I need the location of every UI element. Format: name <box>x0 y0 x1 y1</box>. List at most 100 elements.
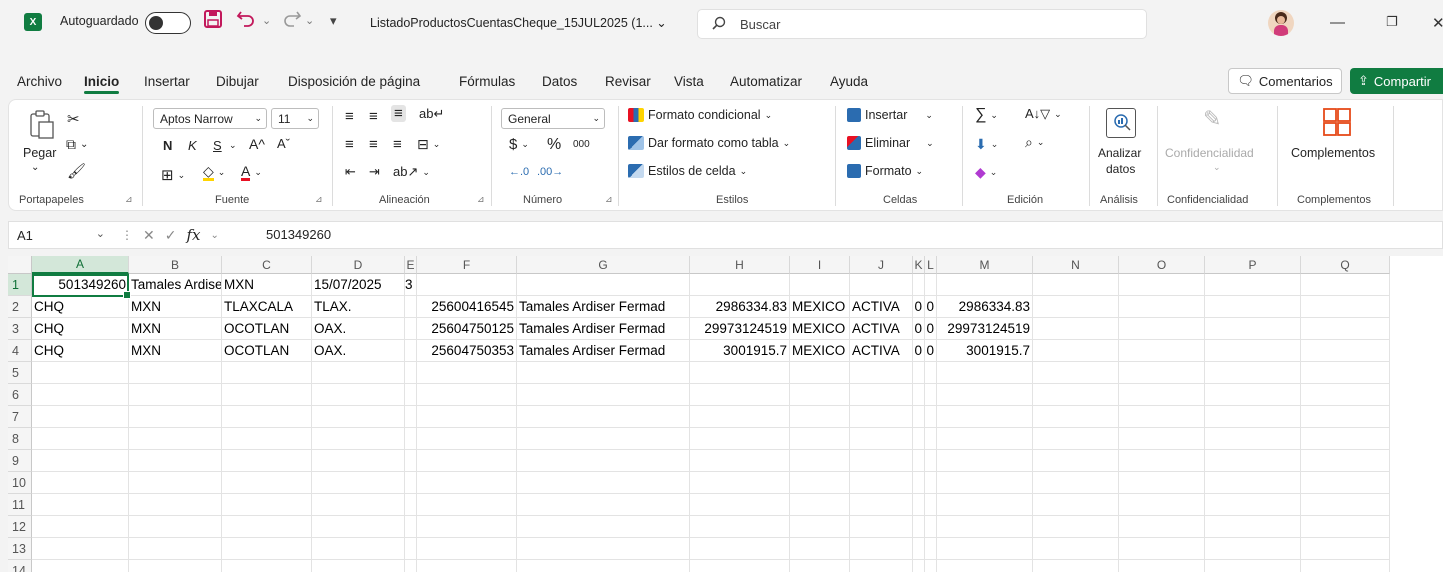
column-header-f[interactable]: F <box>417 256 517 274</box>
cell-p5[interactable] <box>1205 362 1301 384</box>
row-header-1[interactable]: 1 <box>8 274 32 296</box>
column-header-i[interactable]: I <box>790 256 850 274</box>
cell-l3[interactable]: 0 <box>925 318 937 340</box>
currency-button[interactable]: $ ⌄ <box>509 136 529 153</box>
cell-c6[interactable] <box>222 384 312 406</box>
cell-l1[interactable] <box>925 274 937 296</box>
cell-n6[interactable] <box>1033 384 1119 406</box>
cell-f6[interactable] <box>417 384 517 406</box>
cell-g3[interactable]: Tamales Ardiser Fermad <box>517 318 690 340</box>
cell-i14[interactable] <box>790 560 850 572</box>
cell-e3[interactable] <box>405 318 417 340</box>
sort-filter-icon[interactable]: A↓▽ ⌄ <box>1025 106 1062 122</box>
document-title[interactable]: ListadoProductosCuentasCheque_15JUL2025 … <box>370 15 667 30</box>
cell-p12[interactable] <box>1205 516 1301 538</box>
cell-c4[interactable]: OCOTLAN <box>222 340 312 362</box>
cell-j3[interactable]: ACTIVA <box>850 318 913 340</box>
row-header-9[interactable]: 9 <box>8 450 32 472</box>
cell-n10[interactable] <box>1033 472 1119 494</box>
cell-a6[interactable] <box>32 384 129 406</box>
cell-m5[interactable] <box>937 362 1033 384</box>
cell-i4[interactable]: MEXICO <box>790 340 850 362</box>
delete-cells-button[interactable]: Eliminar ⌄ <box>847 136 934 150</box>
cell-a12[interactable] <box>32 516 129 538</box>
tab-ayuda[interactable]: Ayuda <box>830 74 868 89</box>
cell-q4[interactable] <box>1301 340 1390 362</box>
cell-b5[interactable] <box>129 362 222 384</box>
cell-k4[interactable]: 0 <box>913 340 925 362</box>
cell-j8[interactable] <box>850 428 913 450</box>
cell-i6[interactable] <box>790 384 850 406</box>
cell-h13[interactable] <box>690 538 790 560</box>
fill-icon[interactable]: ⬇ ⌄ <box>975 136 998 153</box>
cell-c7[interactable] <box>222 406 312 428</box>
cell-p8[interactable] <box>1205 428 1301 450</box>
column-header-k[interactable]: K <box>913 256 925 274</box>
fill-color-icon[interactable]: ◇ ⌄ <box>203 164 225 181</box>
cell-p6[interactable] <box>1205 384 1301 406</box>
cell-i2[interactable]: MEXICO <box>790 296 850 318</box>
cell-e5[interactable] <box>405 362 417 384</box>
format-cells-button[interactable]: Formato ⌄ <box>847 164 923 178</box>
column-header-a[interactable]: A <box>32 256 129 274</box>
font-launcher-icon[interactable]: ⊿ <box>315 194 323 205</box>
cell-p9[interactable] <box>1205 450 1301 472</box>
cell-h8[interactable] <box>690 428 790 450</box>
cell-e8[interactable] <box>405 428 417 450</box>
cell-n7[interactable] <box>1033 406 1119 428</box>
column-header-j[interactable]: J <box>850 256 913 274</box>
cell-k10[interactable] <box>913 472 925 494</box>
cell-o8[interactable] <box>1119 428 1205 450</box>
font-size-combo[interactable]: 11 ⌄ <box>271 108 319 129</box>
align-bottom-icon[interactable]: ≡ <box>391 105 406 122</box>
cut-icon[interactable]: ✂ <box>67 110 80 128</box>
cell-a9[interactable] <box>32 450 129 472</box>
sensitivity-button-label[interactable]: Confidencialidad <box>1165 146 1254 160</box>
tab-disposicion[interactable]: Disposición de página <box>288 74 420 89</box>
addins-icon[interactable] <box>1323 108 1351 139</box>
cell-m14[interactable] <box>937 560 1033 572</box>
cell-n2[interactable] <box>1033 296 1119 318</box>
cell-i11[interactable] <box>790 494 850 516</box>
cell-e12[interactable] <box>405 516 417 538</box>
cell-d6[interactable] <box>312 384 405 406</box>
cell-p1[interactable] <box>1205 274 1301 296</box>
tab-inicio[interactable]: Inicio <box>84 74 120 94</box>
cell-a10[interactable] <box>32 472 129 494</box>
cell-f8[interactable] <box>417 428 517 450</box>
cell-e9[interactable] <box>405 450 417 472</box>
cell-h5[interactable] <box>690 362 790 384</box>
autosum-icon[interactable]: ∑ ⌄ <box>975 106 998 124</box>
decrease-decimal-icon[interactable]: .00→ <box>537 166 563 178</box>
cell-b12[interactable] <box>129 516 222 538</box>
column-header-h[interactable]: H <box>690 256 790 274</box>
number-launcher-icon[interactable]: ⊿ <box>605 194 613 205</box>
cell-e14[interactable] <box>405 560 417 572</box>
cell-g5[interactable] <box>517 362 690 384</box>
cell-h12[interactable] <box>690 516 790 538</box>
cell-i7[interactable] <box>790 406 850 428</box>
cell-e11[interactable] <box>405 494 417 516</box>
font-name-combo[interactable]: Aptos Narrow ⌄ <box>153 108 267 129</box>
cell-j6[interactable] <box>850 384 913 406</box>
cell-n11[interactable] <box>1033 494 1119 516</box>
cell-c9[interactable] <box>222 450 312 472</box>
cell-j11[interactable] <box>850 494 913 516</box>
cell-f4[interactable]: 25604750353 <box>417 340 517 362</box>
cell-d9[interactable] <box>312 450 405 472</box>
cell-b3[interactable]: MXN <box>129 318 222 340</box>
autosave-toggle[interactable] <box>145 12 191 34</box>
cell-b8[interactable] <box>129 428 222 450</box>
cell-j1[interactable] <box>850 274 913 296</box>
cell-a2[interactable]: CHQ <box>32 296 129 318</box>
cell-h6[interactable] <box>690 384 790 406</box>
cell-f12[interactable] <box>417 516 517 538</box>
analyze-data-label-2[interactable]: datos <box>1106 162 1135 176</box>
cell-g10[interactable] <box>517 472 690 494</box>
column-header-n[interactable]: N <box>1033 256 1119 274</box>
cell-q11[interactable] <box>1301 494 1390 516</box>
cell-n5[interactable] <box>1033 362 1119 384</box>
cell-a7[interactable] <box>32 406 129 428</box>
sensitivity-dropdown-icon[interactable]: ⌄ <box>1213 162 1221 173</box>
row-header-14[interactable]: 14 <box>8 560 32 572</box>
